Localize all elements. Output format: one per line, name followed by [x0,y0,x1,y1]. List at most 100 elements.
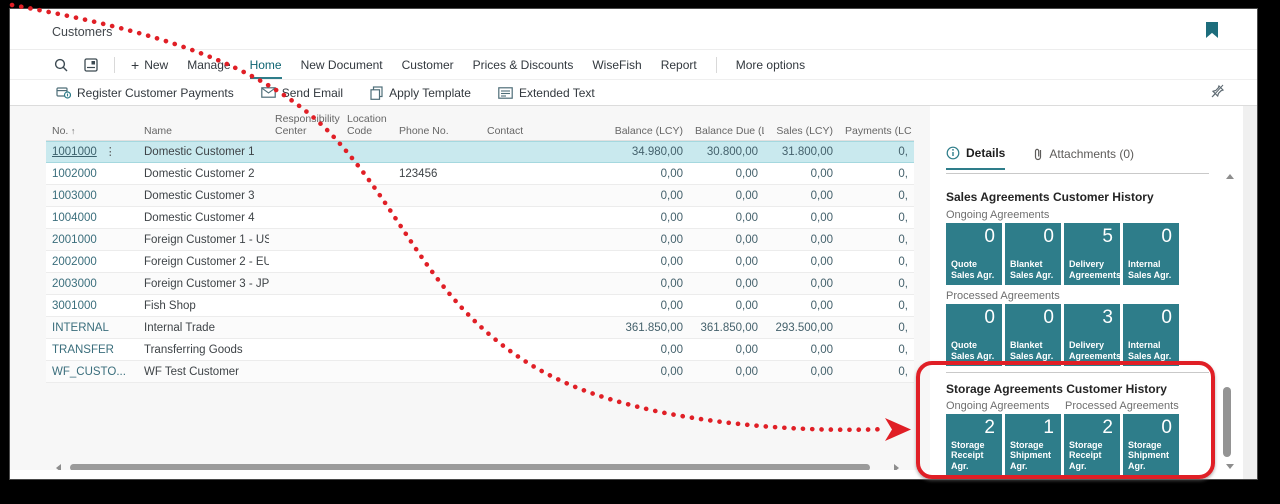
customer-no-link[interactable]: 1002000 [52,168,97,180]
cell-no[interactable]: 1004000 [46,212,138,224]
column-header-responsibility-center[interactable]: Responsibility Center [269,113,339,137]
table-row-2002000[interactable]: 2002000Foreign Customer 2 - EUR0,000,000… [46,251,914,273]
cell-payments[interactable]: 0, [839,278,914,290]
tile-sales-ongoing-internal-sales-agr[interactable]: 0Internal Sales Agr. [1123,223,1179,285]
cell-name[interactable]: WF Test Customer [138,366,269,378]
customer-no-link[interactable]: INTERNAL [52,322,109,334]
cell-sales[interactable]: 0,00 [764,278,839,290]
cell-name[interactable]: Domestic Customer 1 [138,146,269,158]
table-row-2003000[interactable]: 2003000Foreign Customer 3 - JPY0,000,000… [46,273,914,295]
cell-payments[interactable]: 0, [839,300,914,312]
cell-balance-due[interactable]: 0,00 [689,278,764,290]
cell-balance[interactable]: 0,00 [601,190,689,202]
cell-sales[interactable]: 0,00 [764,212,839,224]
cell-payments[interactable]: 0, [839,146,914,158]
menu-item-prices-discounts[interactable]: Prices & Discounts [473,51,574,79]
cell-balance[interactable]: 0,00 [601,344,689,356]
cell-name[interactable]: Transferring Goods [138,344,269,356]
cell-name[interactable]: Foreign Customer 1 - USD [138,234,269,246]
cell-balance[interactable]: 0,00 [601,366,689,378]
table-row-1001000[interactable]: 1001000⋮Domestic Customer 1 34.980,0030.8… [46,141,914,163]
cell-balance-due[interactable]: 0,00 [689,168,764,180]
search-icon[interactable] [54,58,68,72]
cell-sales[interactable]: 31.800,00 [764,146,839,158]
cell-no[interactable]: 1001000⋮ [46,146,138,158]
cell-balance[interactable]: 361.850,00 [601,322,689,334]
tile-storage-storage-shipment-agr[interactable]: 0Storage Shipment Agr. [1123,414,1179,476]
scroll-up-icon[interactable] [1226,174,1234,179]
cell-balance-due[interactable]: 0,00 [689,366,764,378]
table-row-1004000[interactable]: 1004000Domestic Customer 40,000,000,000, [46,207,914,229]
table-row-2001000[interactable]: 2001000Foreign Customer 1 - USD0,000,000… [46,229,914,251]
menu-item-new-document[interactable]: New Document [301,51,383,79]
cell-sales[interactable]: 0,00 [764,300,839,312]
pin-icon[interactable] [1211,84,1225,98]
customer-no-link[interactable]: 2002000 [52,256,97,268]
cell-sales[interactable]: 0,00 [764,366,839,378]
customer-no-link[interactable]: 2001000 [52,234,97,246]
column-header-payments-lc[interactable]: Payments (LC [839,125,914,137]
action-send-email[interactable]: Send Email [261,86,343,100]
cell-balance-due[interactable]: 0,00 [689,212,764,224]
cell-balance[interactable]: 0,00 [601,256,689,268]
tile-sales-processed-blanket-sales-agr[interactable]: 0Blanket Sales Agr. [1005,304,1061,366]
cell-balance[interactable]: 34.980,00 [601,146,689,158]
menu-item-manage[interactable]: Manage [187,51,230,79]
table-row-1002000[interactable]: 1002000Domestic Customer 21234560,000,00… [46,163,914,185]
customer-no-link[interactable]: 2003000 [52,278,97,290]
cell-payments[interactable]: 0, [839,322,914,334]
cell-balance-due[interactable]: 0,00 [689,344,764,356]
table-row-1003000[interactable]: 1003000Domestic Customer 30,000,000,000, [46,185,914,207]
menu-item-customer[interactable]: Customer [402,51,454,79]
cell-payments[interactable]: 0, [839,256,914,268]
cell-name[interactable]: Domestic Customer 4 [138,212,269,224]
scroll-down-icon[interactable] [1226,464,1234,469]
cell-sales[interactable]: 0,00 [764,344,839,356]
tab-details[interactable]: Details [946,146,1005,170]
cell-no[interactable]: 1003000 [46,190,138,202]
tile-sales-processed-quote-sales-agr[interactable]: 0Quote Sales Agr. [946,304,1002,366]
cell-name[interactable]: Fish Shop [138,300,269,312]
customer-no-link[interactable]: TRANSFER [52,344,114,356]
table-row-wf-custo[interactable]: WF_CUSTO...WF Test Customer0,000,000,000… [46,361,914,383]
cell-balance-due[interactable]: 361.850,00 [689,322,764,334]
customer-no-link[interactable]: 1004000 [52,212,97,224]
cell-no[interactable]: TRANSFER [46,344,138,356]
column-header-sales-lcy[interactable]: Sales (LCY) [764,125,839,137]
cell-name[interactable]: Internal Trade [138,322,269,334]
cell-payments[interactable]: 0, [839,190,914,202]
tile-sales-processed-delivery-agreements[interactable]: 3Delivery Agreements [1064,304,1120,366]
action-register-customer-payments[interactable]: Register Customer Payments [56,86,234,100]
cell-sales[interactable]: 0,00 [764,190,839,202]
cell-payments[interactable]: 0, [839,234,914,246]
cell-payments[interactable]: 0, [839,366,914,378]
cell-balance[interactable]: 0,00 [601,300,689,312]
menu-item-new[interactable]: +New [131,51,168,79]
cell-payments[interactable]: 0, [839,212,914,224]
cell-balance[interactable]: 0,00 [601,212,689,224]
column-header-no[interactable]: No. ↑ [46,125,138,137]
column-header-balance-lcy[interactable]: Balance (LCY) [601,125,689,137]
tile-sales-ongoing-blanket-sales-agr[interactable]: 0Blanket Sales Agr. [1005,223,1061,285]
cell-balance[interactable]: 0,00 [601,168,689,180]
action-extended-text[interactable]: Extended Text [498,86,595,100]
column-header-name[interactable]: Name [138,125,269,137]
menu-item-report[interactable]: Report [661,51,697,79]
cell-payments[interactable]: 0, [839,344,914,356]
action-apply-template[interactable]: Apply Template [370,86,471,100]
cell-name[interactable]: Domestic Customer 3 [138,190,269,202]
cell-no[interactable]: 3001000 [46,300,138,312]
bookmark-icon[interactable] [1206,22,1218,38]
cell-no[interactable]: INTERNAL [46,322,138,334]
tile-sales-ongoing-quote-sales-agr[interactable]: 0Quote Sales Agr. [946,223,1002,285]
customer-no-link[interactable]: 1003000 [52,190,97,202]
menu-item-wisefish[interactable]: WiseFish [592,51,641,79]
cell-balance-due[interactable]: 0,00 [689,300,764,312]
column-header-location-code[interactable]: Location Code [341,113,393,137]
cell-balance-due[interactable]: 30.800,00 [689,146,764,158]
table-row-transfer[interactable]: TRANSFERTransferring Goods0,000,000,000, [46,339,914,361]
tile-storage-storage-receipt-agr[interactable]: 2Storage Receipt Agr. [1064,414,1120,476]
cell-name[interactable]: Domestic Customer 2 [138,168,269,180]
cell-balance-due[interactable]: 0,00 [689,190,764,202]
cell-payments[interactable]: 0, [839,168,914,180]
